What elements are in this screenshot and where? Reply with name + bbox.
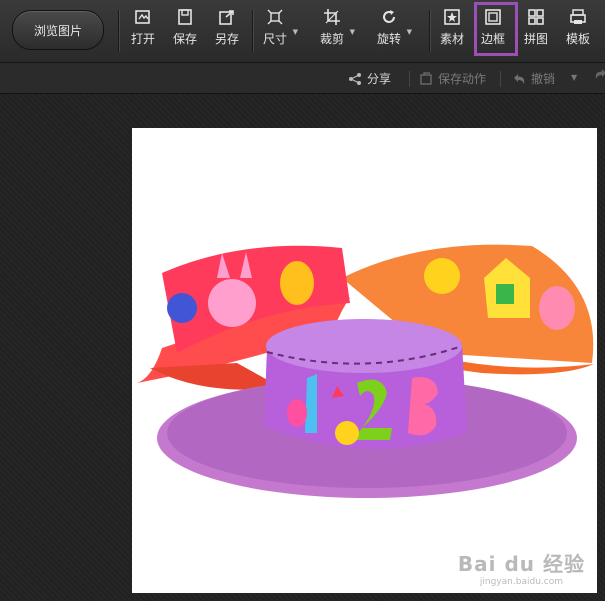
open-button[interactable]: 打开 (131, 8, 155, 56)
share-button[interactable]: 分享 (348, 70, 391, 87)
toolbar-separator (118, 10, 119, 52)
rotate-button[interactable]: 旋转 ▼ (377, 8, 412, 56)
secondary-toolbar: 分享 保存动作 撤销 ▼ (0, 63, 605, 94)
resize-icon (267, 9, 283, 25)
chevron-down-icon[interactable]: ▼ (407, 28, 412, 36)
hats-image (137, 244, 594, 498)
open-icon (135, 10, 150, 24)
save-icon (178, 9, 192, 25)
crop-icon (324, 9, 340, 25)
toolbar-separator (429, 10, 430, 52)
top-toolbar: 浏览图片 打开 保存 另存 尺寸 ▼ 裁剪 ▼ 旋转 ▼ 素材 边框 拼图 模板 (0, 0, 605, 63)
sticker-button[interactable]: 素材 (440, 8, 464, 56)
toolbar-separator (252, 10, 253, 52)
chevron-down-icon[interactable]: ▼ (293, 28, 298, 36)
edited-photo[interactable]: Bai du 经验 jingyan.baidu.com (132, 128, 597, 593)
resize-button[interactable]: 尺寸 ▼ (263, 8, 298, 56)
redo-icon[interactable] (594, 67, 605, 81)
collage-button[interactable]: 拼图 (524, 8, 548, 56)
save-as-button[interactable]: 另存 (215, 8, 239, 56)
sticker-icon (444, 9, 460, 25)
rotate-icon (383, 10, 395, 23)
undo-button[interactable]: 撤销 (512, 70, 555, 87)
crop-button[interactable]: 裁剪 ▼ (320, 8, 355, 56)
save-as-icon (219, 10, 234, 25)
frame-button[interactable]: 边框 (473, 2, 519, 56)
share-icon (349, 72, 361, 85)
collage-icon (528, 9, 544, 25)
chevron-down-icon[interactable]: ▼ (350, 28, 355, 36)
subbar-separator (409, 71, 410, 87)
chevron-down-icon[interactable]: ▼ (571, 73, 577, 82)
template-button[interactable]: 模板 (566, 8, 590, 56)
undo-icon (514, 73, 525, 84)
browse-images-button[interactable]: 浏览图片 (12, 10, 104, 50)
save-action-icon (420, 71, 432, 85)
subbar-separator (500, 71, 501, 87)
template-icon (570, 9, 586, 24)
frame-icon (485, 9, 501, 25)
save-button[interactable]: 保存 (173, 8, 197, 56)
save-action-button[interactable]: 保存动作 (419, 70, 486, 87)
baidu-watermark: Bai du 经验 jingyan.baidu.com (457, 552, 585, 587)
